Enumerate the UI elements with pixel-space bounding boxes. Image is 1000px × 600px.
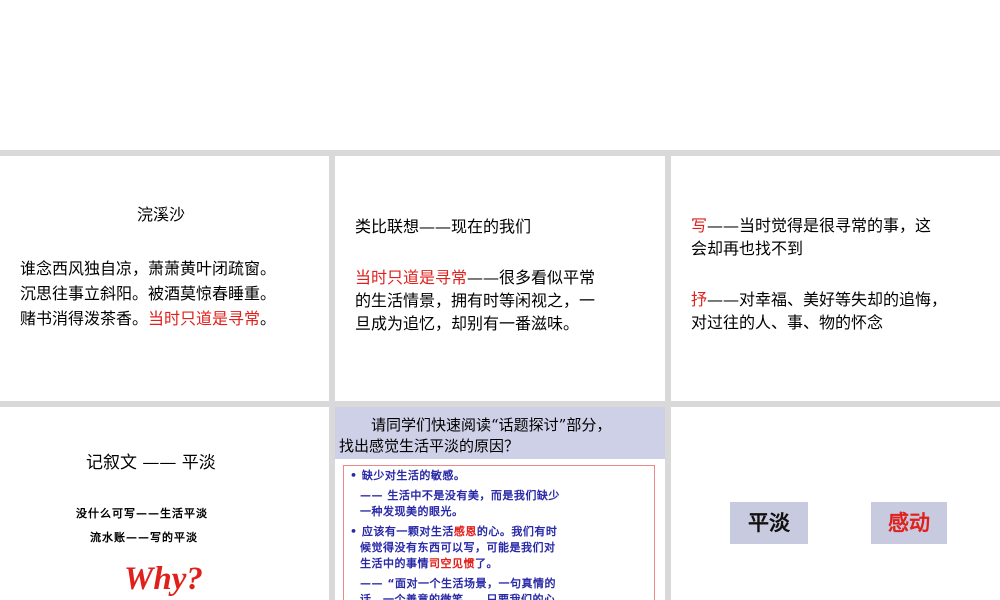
top-blank-area	[0, 0, 1000, 150]
write-line-text: ——当时觉得是很寻常的事，这	[707, 216, 932, 235]
poem-line-text: 赌书消得泼茶香。	[20, 309, 149, 328]
answer-highlight: 感恩	[453, 525, 477, 538]
write-key: 写	[691, 216, 708, 235]
question-line: 找出感觉生活平淡的原因？	[339, 437, 520, 455]
poem-body: 谁念西风独自凉，萧萧黄叶闭疏窗。 沉思往事立斜阳。被酒莫惊春睡重。 赌书消得泼茶…	[20, 256, 276, 331]
analogy-body: 当时只道是寻常——很多看似平常 的生活情景，拥有时等闲视之，一 旦成为追忆，却别…	[355, 266, 595, 335]
poem-line: 赌书消得泼茶香。当时只道是寻常。	[20, 306, 276, 331]
slide-thumbnail-question[interactable]: 请同学们快速阅读“话题探讨”部分， 找出感觉生活平淡的原因？ • 缺少对生活的敏…	[335, 407, 665, 600]
answer-line: • 应该有一颗对生活感恩的心。我们有时	[350, 524, 557, 540]
analogy-title: 类比联想——现在的我们	[355, 217, 532, 236]
express-key: 抒	[691, 290, 708, 309]
narrative-line: 流水账——写的平淡	[90, 531, 198, 544]
answer-line: 候觉得没有东西可以写，可能是我们对	[360, 541, 556, 554]
keyword-tag-moved: 感动	[871, 502, 947, 544]
poem-title: 浣溪沙	[137, 205, 186, 224]
analogy-line: 旦成为追忆，却别有一番滋味。	[355, 314, 580, 333]
answer-text: • 应该有一颗对生活	[350, 525, 454, 538]
slide-thumbnail-keywords[interactable]: 平淡 感动	[671, 407, 1000, 600]
slide-thumbnail-write-express[interactable]: 写——当时觉得是很寻常的事，这 会却再也找不到 抒——对幸福、美好等失却的追悔，…	[671, 156, 1000, 401]
answer-line: —— 生活中不是没有美，而是我们缺少	[360, 489, 560, 502]
poem-highlight: 当时只道是寻常	[148, 309, 261, 328]
analogy-line-text: ——很多看似平常	[467, 268, 596, 287]
answer-text: 的心。我们有时	[476, 525, 558, 538]
slide-thumbnail-analogy[interactable]: 类比联想——现在的我们 当时只道是寻常——很多看似平常 的生活情景，拥有时等闲视…	[335, 156, 665, 401]
write-line: 会却再也找不到	[691, 239, 804, 258]
write-line: 写——当时觉得是很寻常的事，这	[691, 214, 931, 237]
answer-line: —— “面对一个生活场景，一句真情的	[360, 577, 557, 590]
express-line: 抒——对幸福、美好等失却的追悔，	[691, 288, 947, 311]
why-heading: Why?	[124, 561, 203, 597]
express-point: 抒——对幸福、美好等失却的追悔， 对过往的人、事、物的怀念	[691, 288, 947, 334]
write-point: 写——当时觉得是很寻常的事，这 会却再也找不到	[691, 214, 931, 260]
express-line-text: ——对幸福、美好等失却的追悔，	[707, 290, 948, 309]
answer-text: 了。	[475, 557, 498, 570]
question-banner: 请同学们快速阅读“话题探讨”部分， 找出感觉生活平淡的原因？	[335, 407, 665, 459]
poem-line: 沉思往事立斜阳。被酒莫惊春睡重。	[20, 284, 277, 303]
answer-line: • 缺少对生活的敏感。	[350, 469, 466, 482]
slide-grid: 浣溪沙 谁念西风独自凉，萧萧黄叶闭疏窗。 沉思往事立斜阳。被酒莫惊春睡重。 赌书…	[0, 150, 1000, 600]
answer-line: 生活中的事情司空见惯了。	[360, 556, 498, 572]
answer-box: • 缺少对生活的敏感。 —— 生活中不是没有美，而是我们缺少 一种发现美的眼光。…	[343, 465, 655, 600]
answer-line: 话，一个善意的微笑……只要我们的心	[360, 593, 556, 600]
analogy-line: 当时只道是寻常——很多看似平常	[355, 266, 595, 289]
narrative-title: 记叙文 —— 平淡	[86, 453, 216, 473]
analogy-highlight: 当时只道是寻常	[355, 268, 468, 287]
slide-thumbnail-narrative[interactable]: 记叙文 —— 平淡 没什么可写——生活平淡 流水账——写的平淡 Why?	[0, 407, 329, 600]
answer-text: 生活中的事情	[360, 557, 429, 570]
answer-highlight: 司空见惯	[429, 557, 475, 570]
question-line: 请同学们快速阅读“话题探讨”部分，	[371, 416, 612, 434]
express-line: 对过往的人、事、物的怀念	[691, 313, 884, 332]
keyword-tag-plain: 平淡	[730, 502, 808, 544]
poem-line-end: 。	[260, 309, 277, 328]
slide-thumbnail-poem[interactable]: 浣溪沙 谁念西风独自凉，萧萧黄叶闭疏窗。 沉思往事立斜阳。被酒莫惊春睡重。 赌书…	[0, 156, 329, 401]
narrative-line: 没什么可写——生活平淡	[76, 507, 208, 520]
poem-line: 谁念西风独自凉，萧萧黄叶闭疏窗。	[20, 259, 277, 278]
analogy-line: 的生活情景，拥有时等闲视之，一	[355, 291, 596, 310]
answer-line: 一种发现美的眼光。	[360, 505, 464, 518]
